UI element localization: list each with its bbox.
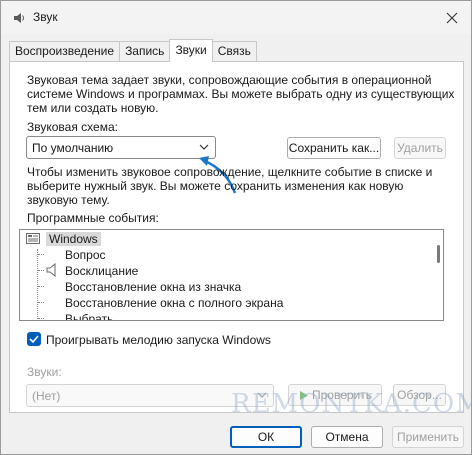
tree-line	[37, 249, 38, 320]
events-tree[interactable]: Windows Вопрос Восклицание Восстановлени…	[19, 229, 444, 321]
tree-scrollbar[interactable]	[437, 245, 440, 263]
tree-branch	[38, 302, 44, 303]
intro-line-3: тем или создать новую.	[27, 101, 159, 115]
startup-sound-checkbox[interactable]	[27, 332, 41, 346]
speaker-icon	[14, 13, 24, 23]
intro-line-1: Звуковая тема задает звуки, сопровождающ…	[27, 73, 432, 87]
tree-item-question[interactable]: Вопрос	[65, 248, 106, 262]
events-label: Программные события:	[27, 211, 159, 225]
tree-branch	[38, 270, 44, 271]
close-icon	[446, 12, 458, 24]
intro-line-2: системе Windows и программах. Вы можете …	[27, 87, 455, 101]
sound-speaker-icon	[46, 263, 56, 277]
window-title: Звук	[33, 10, 58, 24]
ok-button[interactable]: ОК	[230, 426, 302, 448]
tree-branch	[38, 254, 44, 255]
change-line-1: Чтобы изменить звуковое сопровождение, щ…	[27, 165, 433, 179]
tree-branch	[38, 318, 44, 319]
tab-recording[interactable]: Запись	[119, 41, 171, 62]
scheme-select[interactable]: По умолчанию	[26, 136, 216, 159]
chevron-down-icon	[199, 144, 209, 150]
title-bar: Звук	[1, 1, 471, 34]
change-line-3: звуковую тему.	[27, 193, 110, 207]
apply-button[interactable]: Применить	[392, 426, 464, 448]
cancel-button[interactable]: Отмена	[311, 426, 383, 448]
tree-branch	[38, 286, 44, 287]
windows-folder-icon	[26, 233, 40, 244]
close-button[interactable]	[441, 7, 463, 29]
tree-item-restore-from-full[interactable]: Восстановление окна с полного экрана	[65, 296, 283, 310]
sounds-label: Звуки:	[27, 365, 62, 379]
delete-button[interactable]: Удалить	[394, 137, 446, 159]
checkmark-icon	[29, 335, 39, 344]
scheme-value: По умолчанию	[32, 141, 114, 155]
watermark-text: REMONTKA.COM	[231, 389, 472, 419]
tree-item-windows[interactable]: Windows	[46, 232, 101, 246]
change-line-2: выберите нужный звук. Вы можете сохранит…	[27, 179, 404, 193]
tree-item-restore-from-icon[interactable]: Восстановление окна из значка	[65, 280, 241, 294]
sound-dialog: Звук Воспроизведение Запись Звуки Связь …	[0, 0, 472, 455]
tab-sounds[interactable]: Звуки	[169, 39, 213, 62]
save-as-button[interactable]: Сохранить как...	[287, 137, 381, 159]
tree-item-exclamation[interactable]: Восклицание	[65, 264, 138, 278]
scheme-label: Звуковая схема:	[27, 120, 118, 134]
sounds-value: (Нет)	[32, 389, 61, 403]
tab-playback[interactable]: Воспроизведение	[9, 41, 121, 62]
startup-sound-label[interactable]: Проигрывать мелодию запуска Windows	[46, 333, 271, 347]
tree-item-select[interactable]: Выбрать	[65, 312, 113, 320]
